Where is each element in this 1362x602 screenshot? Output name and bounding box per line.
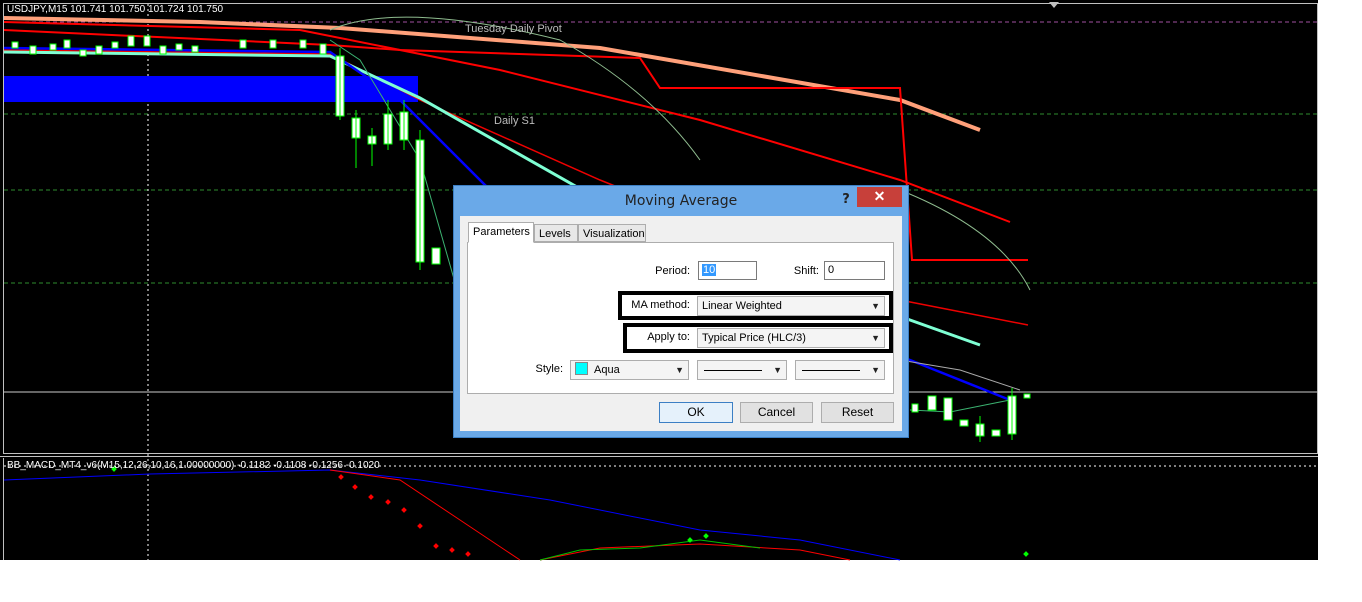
tab-parameters[interactable]: Parameters	[468, 222, 534, 243]
line-style-sample	[704, 370, 762, 371]
chevron-down-icon: ▼	[871, 333, 880, 343]
shift-input[interactable]: 0	[824, 261, 885, 280]
line-width-select[interactable]: ▼	[795, 360, 885, 380]
reset-button[interactable]: Reset	[821, 402, 894, 423]
line-width-sample	[802, 370, 860, 371]
chevron-down-icon: ▼	[871, 365, 880, 375]
ok-button[interactable]: OK	[659, 402, 733, 423]
cancel-button[interactable]: Cancel	[740, 402, 813, 423]
dialog-body: Parameters Levels Visualization Period: …	[460, 216, 902, 431]
indicator-header: BB_MACD_MT4_v6(M15,12,26,10,16,1.0000000…	[7, 460, 380, 471]
help-button[interactable]: ?	[838, 191, 854, 209]
chevron-down-icon: ▼	[675, 365, 684, 375]
ma-method-select[interactable]: Linear Weighted ▼	[697, 296, 885, 316]
tab-visualization[interactable]: Visualization	[578, 224, 646, 242]
price-scale	[1318, 0, 1362, 560]
symbol-header: USDJPY,M15 101.741 101.750 101.724 101.7…	[7, 4, 224, 15]
close-button[interactable]: ✕	[857, 187, 902, 207]
close-icon: ✕	[873, 188, 886, 204]
parameters-panel: Period: 10 Shift: 0 MA method: Linear We…	[467, 242, 894, 394]
pivot-label: Tuesday Daily Pivot	[465, 23, 562, 35]
apply-to-label: Apply to:	[647, 331, 690, 343]
blue-zone	[4, 76, 418, 102]
period-input[interactable]: 10	[698, 261, 757, 280]
apply-to-select[interactable]: Typical Price (HLC/3) ▼	[697, 328, 885, 348]
s1-label: Daily S1	[494, 115, 535, 127]
color-select[interactable]: Aqua ▼	[570, 360, 689, 380]
moving-average-dialog: Moving Average ? ✕ Parameters Levels Vis…	[453, 185, 909, 438]
chevron-down-icon: ▼	[773, 365, 782, 375]
period-label: Period:	[655, 265, 690, 277]
color-swatch	[575, 362, 588, 375]
line-style-select[interactable]: ▼	[697, 360, 787, 380]
tab-levels[interactable]: Levels	[534, 224, 578, 242]
ma-method-label: MA method:	[631, 299, 690, 311]
chevron-down-icon: ▼	[871, 301, 880, 311]
style-label: Style:	[535, 363, 563, 375]
shift-label: Shift:	[793, 265, 819, 277]
